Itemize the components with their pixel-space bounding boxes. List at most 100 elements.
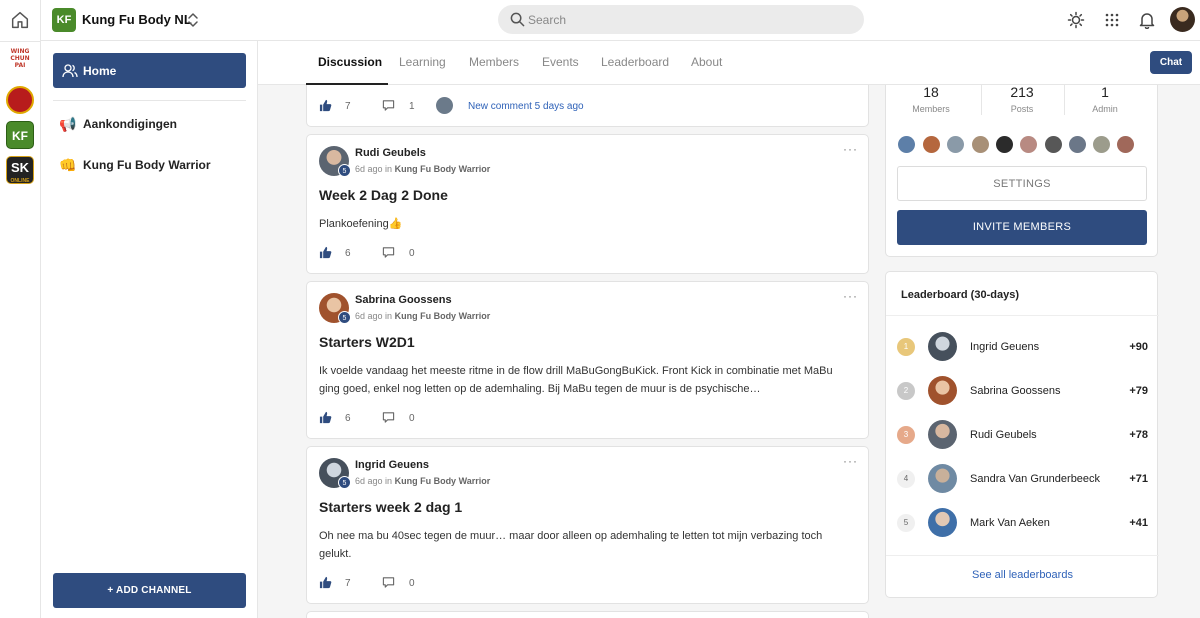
post-title[interactable]: Starters W2D1 [319,334,415,350]
tab-members[interactable]: Members [469,55,519,69]
leaderboard-row[interactable]: 4 Sandra Van Grunderbeeck +71 [886,456,1159,500]
post-author[interactable]: Sabrina Goossens [355,294,452,306]
like-button[interactable] [319,99,332,112]
leaderboard-name[interactable]: Mark Van Aeken [970,517,1050,529]
comment-button[interactable] [382,411,395,424]
post-title[interactable]: Starters week 2 dag 1 [319,499,462,515]
leaderboard-row[interactable]: 1 Ingrid Geuens +90 [886,324,1159,368]
sidebar-item-label: Home [83,64,117,78]
invite-members-button[interactable]: INVITE MEMBERS [897,210,1147,245]
add-channel-button[interactable]: + ADD CHANNEL [53,573,246,608]
thumbs-up-icon [319,246,332,259]
like-count: 6 [345,248,351,259]
tab-discussion[interactable]: Discussion [318,55,382,69]
sidebar-item-kung-fu-body-warrior[interactable]: 👊 Kung Fu Body Warrior [53,151,246,179]
community-rail: WING CHUN PAI KF SK ONLINE [0,0,41,618]
more-options-icon[interactable]: ··· [843,142,858,156]
thumbs-up-icon [319,99,332,112]
sk-online-logo[interactable]: SK ONLINE [6,156,34,184]
comment-button[interactable] [382,576,395,589]
leaderboard-avatar[interactable] [928,332,957,361]
post-body: Plankoefening👍 [319,218,403,230]
kung-fu-body-logo[interactable]: KF [6,121,34,149]
post-card[interactable]: 7 1 New comment 5 days ago [306,85,869,127]
post-in-word: in [385,311,393,321]
see-all-leaderboards-link[interactable]: See all leaderboards [886,569,1159,581]
like-button[interactable] [319,246,332,259]
post-channel[interactable]: Kung Fu Body Warrior [395,476,491,486]
fist-icon: 👊 [59,157,77,173]
post-card[interactable]: 5 Rudi Geubels 6d ago in Kung Fu Body Wa… [306,134,869,274]
settings-button[interactable]: SETTINGS [897,166,1147,201]
stat-posts: 213 Posts [977,84,1067,114]
leaderboard-avatar[interactable] [928,376,957,405]
tab-events[interactable]: Events [542,55,579,69]
search-bar[interactable] [498,5,864,34]
new-comment-link[interactable]: New comment 5 days ago [468,101,584,112]
community-name[interactable]: Kung Fu Body NL [82,12,192,27]
home-icon[interactable] [9,9,31,31]
member-avatar[interactable] [947,136,964,153]
post-card[interactable] [306,611,869,618]
member-avatar[interactable] [1020,136,1037,153]
leaderboard-avatar[interactable] [928,464,957,493]
stat-label: Admin [1092,104,1118,114]
community-logo[interactable]: KF [52,8,76,32]
post-channel[interactable]: Kung Fu Body Warrior [395,164,491,174]
member-avatar[interactable] [996,136,1013,153]
more-options-icon[interactable]: ··· [843,289,858,303]
leaderboard-name[interactable]: Rudi Geubels [970,429,1037,441]
tab-about[interactable]: About [691,55,722,69]
member-avatar[interactable] [923,136,940,153]
top-header: KF Kung Fu Body NL [41,0,1200,41]
user-avatar[interactable] [1170,7,1195,32]
wing-chun-pai-logo[interactable]: WING CHUN PAI [6,48,34,76]
sun-icon[interactable] [1067,11,1085,29]
bell-icon[interactable] [1138,11,1156,29]
post-author[interactable]: Ingrid Geuens [355,459,429,471]
post-channel[interactable]: Kung Fu Body Warrior [395,311,491,321]
sidebar-item-home[interactable]: Home [53,53,246,88]
chevron-up-down-icon[interactable] [185,11,201,29]
tab-learning[interactable]: Learning [399,55,446,69]
leaderboard-name[interactable]: Ingrid Geuens [970,341,1039,353]
post-card[interactable]: 5 Sabrina Goossens 6d ago in Kung Fu Bod… [306,281,869,439]
search-input[interactable] [528,5,848,34]
post-title[interactable]: Week 2 Dag 2 Done [319,187,448,203]
leaderboard-row[interactable]: 2 Sabrina Goossens +79 [886,368,1159,412]
leaderboard-score: +41 [1129,517,1148,529]
member-avatar[interactable] [1093,136,1110,153]
sk-logo-subtext: ONLINE [10,178,30,184]
leaderboard-row[interactable]: 3 Rudi Geubels +78 [886,412,1159,456]
search-icon [510,12,525,27]
leaderboard-avatar[interactable] [928,420,957,449]
sidebar-item-label: Aankondigingen [83,117,177,131]
leaderboard-avatar[interactable] [928,508,957,537]
like-count: 7 [345,578,351,589]
leaderboard-name[interactable]: Sabrina Goossens [970,385,1061,397]
more-options-icon[interactable]: ··· [843,454,858,468]
member-avatar[interactable] [1045,136,1062,153]
red-emblem-logo[interactable] [6,86,34,114]
sidebar-item-aankondigingen[interactable]: 📢 Aankondigingen [53,110,246,138]
tab-leaderboard[interactable]: Leaderboard [601,55,669,69]
member-avatar[interactable] [1117,136,1134,153]
member-avatar[interactable] [972,136,989,153]
stat-label: Posts [1010,104,1034,114]
post-time: 6d ago [355,164,383,174]
comment-button[interactable] [382,246,395,259]
silver-medal-icon: 2 [897,382,915,400]
chat-button[interactable]: Chat [1150,51,1192,74]
leaderboard-row[interactable]: 5 Mark Van Aeken +41 [886,500,1159,544]
comment-button[interactable] [382,99,395,112]
like-button[interactable] [319,576,332,589]
like-button[interactable] [319,411,332,424]
post-time: 6d ago [355,476,383,486]
kung-fu-body-logo-text: KF [12,129,28,143]
leaderboard-name[interactable]: Sandra Van Grunderbeeck [970,473,1100,485]
post-card[interactable]: 5 Ingrid Geuens 6d ago in Kung Fu Body W… [306,446,869,604]
apps-grid-icon[interactable] [1103,11,1121,29]
member-avatar[interactable] [1069,136,1086,153]
post-author[interactable]: Rudi Geubels [355,147,426,159]
member-avatar[interactable] [898,136,915,153]
